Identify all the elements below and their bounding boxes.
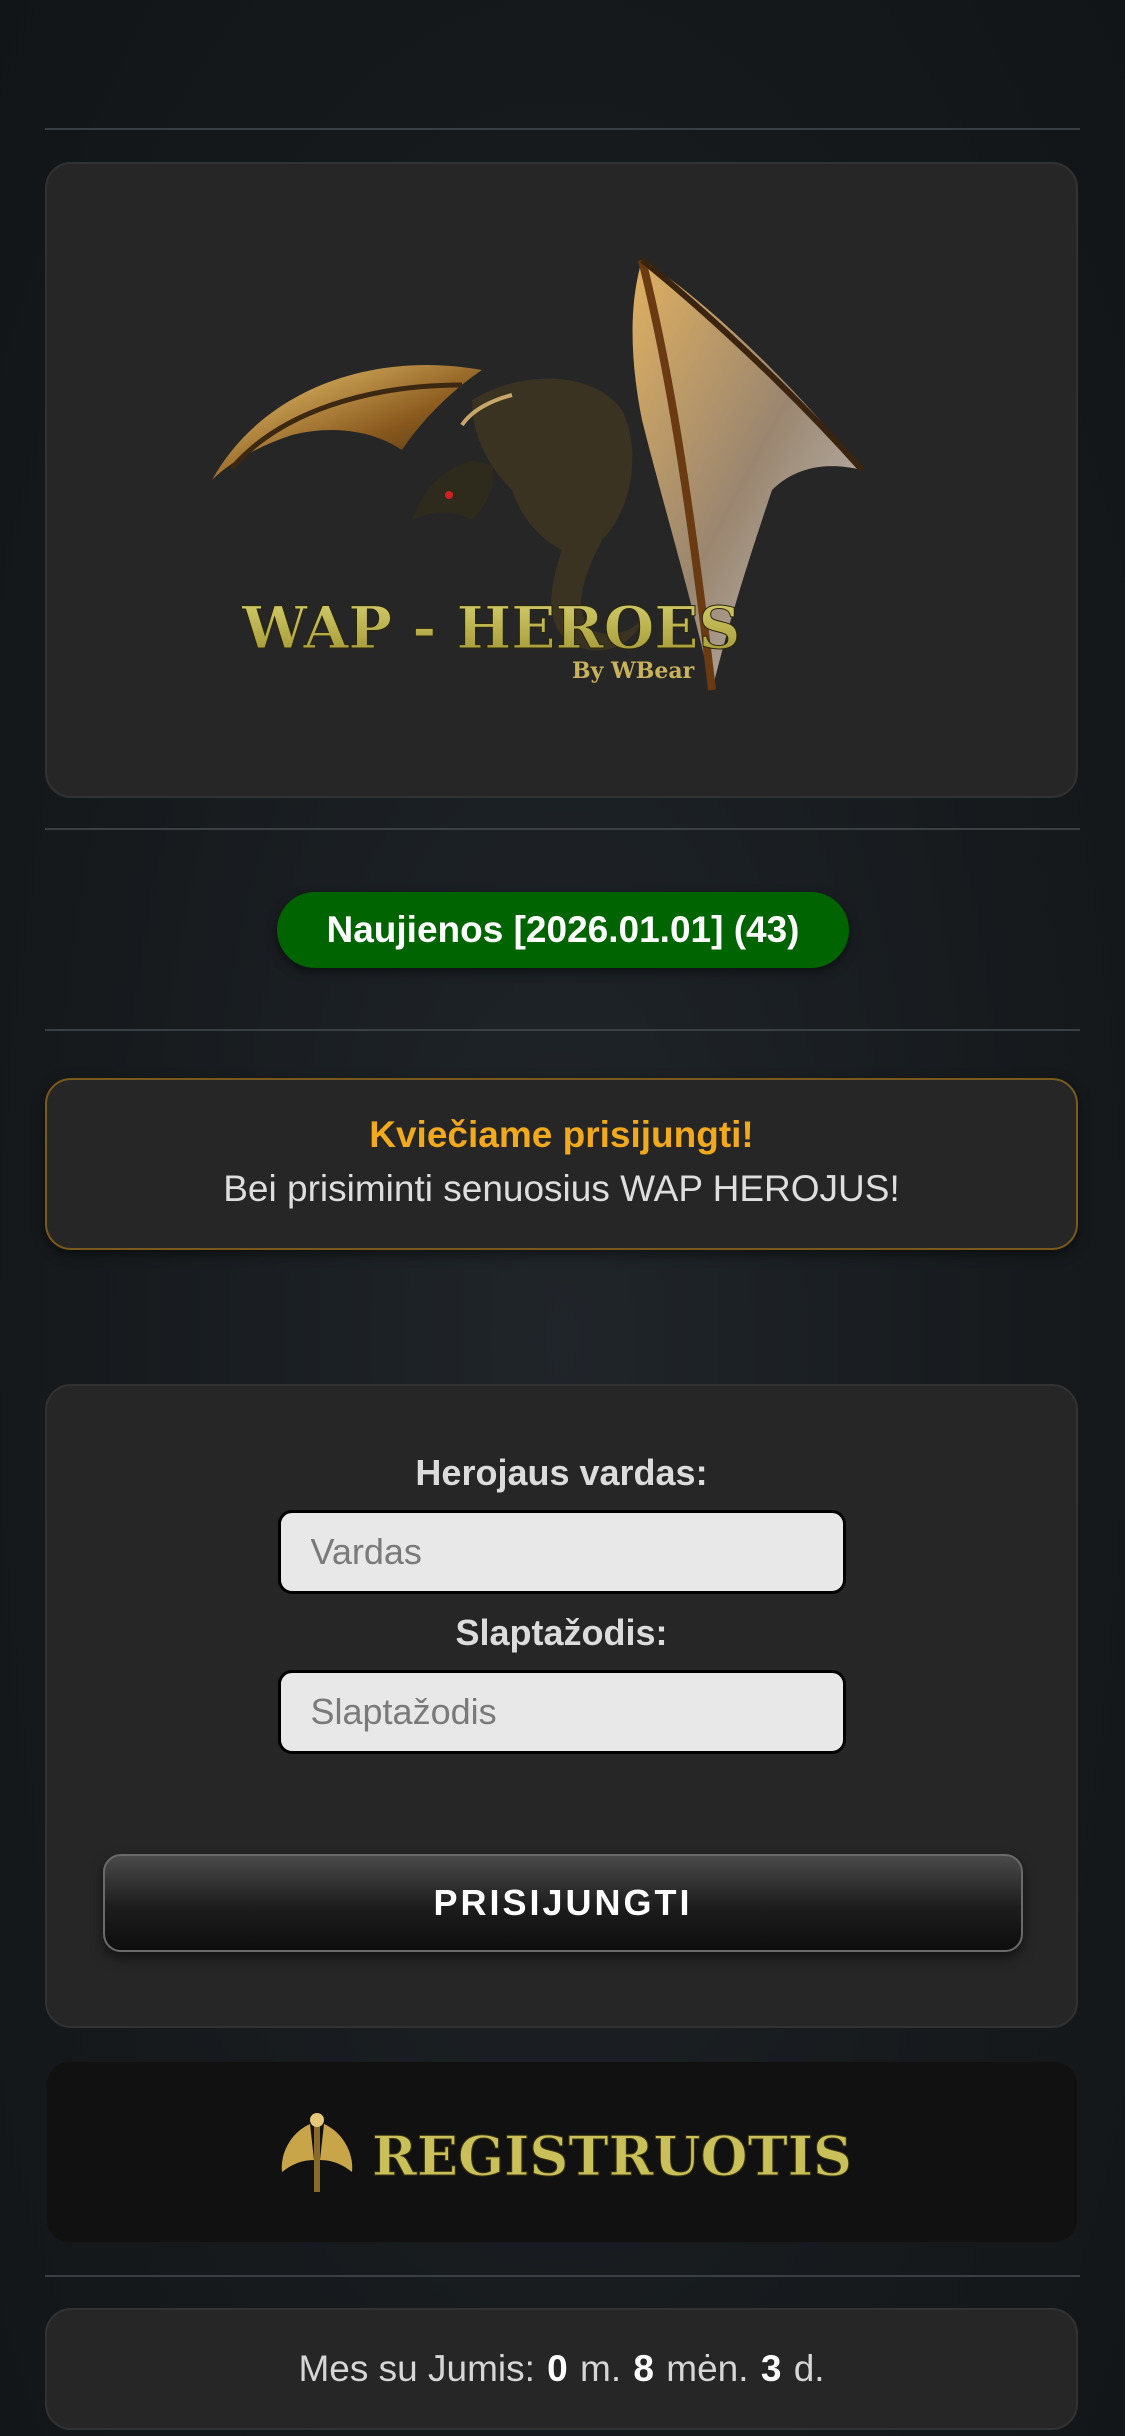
register-label: REGISTRUOTIS	[372, 2124, 852, 2188]
dragon-icon: WAP - HEROES By WBear	[211, 257, 864, 691]
uptime-months: 8	[633, 2348, 654, 2389]
news-button[interactable]: Naujienos [2026.01.01] (43)	[277, 892, 849, 968]
divider	[45, 128, 1080, 130]
uptime-months-unit: mėn.	[666, 2348, 749, 2389]
password-label: Slaptažodis:	[455, 1612, 668, 1653]
login-button[interactable]: PRISIJUNGTI	[103, 1854, 1023, 1952]
uptime-years: 0	[547, 2348, 568, 2389]
register-graphic: REGISTRUOTIS	[281, 2113, 853, 2192]
welcome-banner: Kviečiame prisijungti! Bei prisiminti se…	[45, 1078, 1078, 1250]
uptime-days-unit: d.	[793, 2348, 825, 2389]
divider	[45, 2275, 1080, 2277]
username-label: Herojaus vardas:	[415, 1452, 708, 1493]
welcome-subtitle: Bei prisiminti senuosius WAP HEROJUS!	[223, 1168, 900, 1209]
news-label: Naujienos [2026.01.01] (43)	[326, 909, 800, 950]
login-form: Herojaus vardas: Slaptažodis: PRISIJUNGT…	[45, 1384, 1078, 2028]
username-input[interactable]	[277, 1510, 846, 1594]
uptime-days: 3	[760, 2348, 782, 2389]
axe-icon	[281, 2113, 353, 2192]
banner: WAP - HEROES By WBear	[45, 162, 1078, 798]
uptime-panel: Mes su Jumis: 0 m. 8 mėn. 3 d.	[45, 2308, 1078, 2430]
password-input[interactable]	[277, 1670, 846, 1754]
banner-byline: By WBear	[572, 658, 695, 684]
uptime-years-unit: m.	[580, 2348, 622, 2389]
banner-title: WAP - HEROES	[241, 594, 740, 662]
register-button[interactable]: REGISTRUOTIS	[47, 2062, 1077, 2242]
divider	[45, 1029, 1080, 1031]
welcome-title: Kviečiame prisijungti!	[369, 1114, 754, 1155]
uptime-prefix: Mes su Jumis:	[298, 2348, 535, 2389]
divider	[45, 828, 1080, 830]
